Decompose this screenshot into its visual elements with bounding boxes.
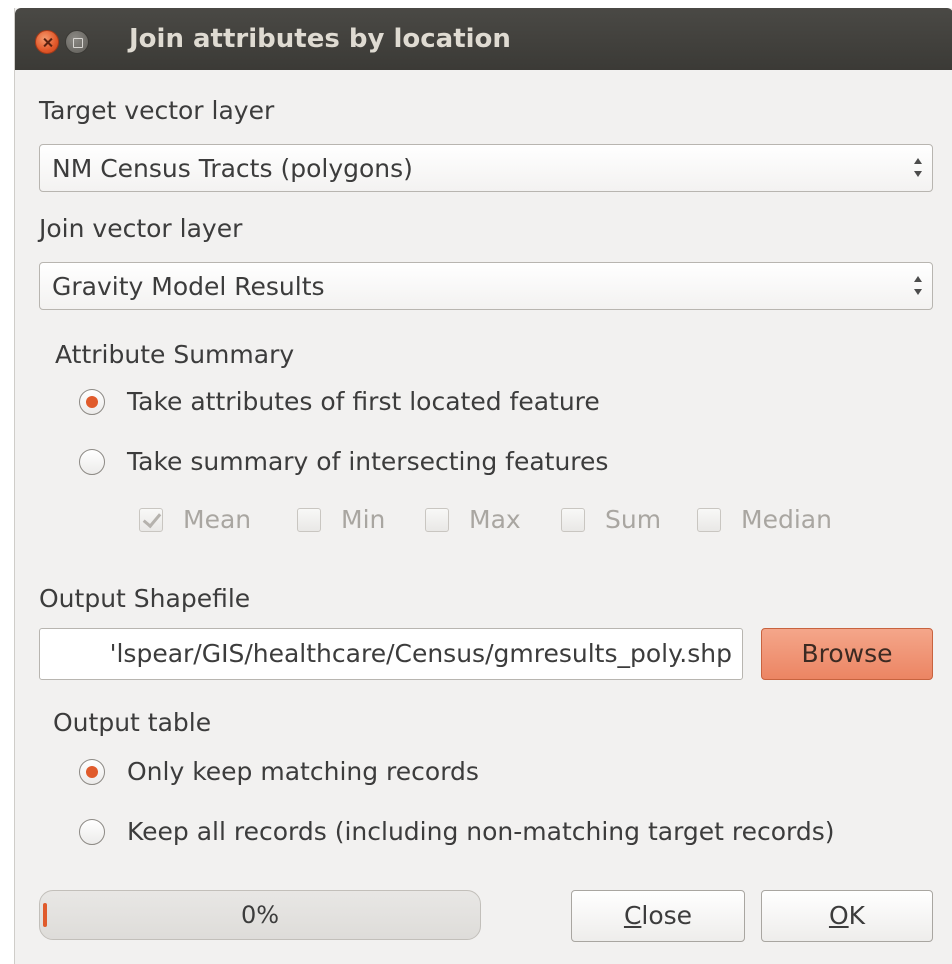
title-bar[interactable]: Join attributes by location bbox=[15, 8, 952, 70]
radio-summary-intersecting-label[interactable]: Take summary of intersecting features bbox=[127, 447, 608, 476]
progress-text: 0% bbox=[240, 901, 280, 929]
checkbox-min[interactable] bbox=[297, 508, 321, 532]
checkbox-sum-label: Sum bbox=[605, 505, 662, 534]
output-shapefile-label: Output Shapefile bbox=[39, 584, 251, 613]
browse-button[interactable]: Browse bbox=[761, 628, 933, 680]
close-button[interactable]: Close bbox=[571, 890, 745, 942]
output-table-label: Output table bbox=[53, 708, 212, 737]
checkbox-median-label: Median bbox=[741, 505, 832, 534]
radio-summary-intersecting[interactable] bbox=[79, 449, 105, 475]
close-button-label: Close bbox=[623, 901, 693, 930]
checkbox-max[interactable] bbox=[425, 508, 449, 532]
radio-keep-all-label[interactable]: Keep all records (including non-matching… bbox=[127, 817, 835, 846]
ok-button[interactable]: OK bbox=[761, 890, 933, 942]
progress-bar: 0% bbox=[39, 890, 481, 940]
checkbox-sum[interactable] bbox=[561, 508, 585, 532]
join-layer-select[interactable]: Gravity Model Results bbox=[39, 262, 933, 310]
checkbox-mean[interactable] bbox=[139, 508, 163, 532]
ok-button-label: OK bbox=[828, 901, 866, 930]
target-layer-select[interactable]: NM Census Tracts (polygons) bbox=[39, 144, 933, 192]
output-shapefile-input[interactable]: 'lspear/GIS/healthcare/Census/gmresults_… bbox=[39, 628, 743, 680]
target-layer-label: Target vector layer bbox=[39, 96, 275, 125]
checkbox-median[interactable] bbox=[697, 508, 721, 532]
combo-arrows-icon bbox=[912, 273, 924, 299]
window-title: Join attributes by location bbox=[129, 24, 511, 54]
checkbox-min-label: Min bbox=[341, 505, 386, 534]
join-attributes-dialog: Join attributes by location Target vecto… bbox=[14, 8, 952, 964]
radio-first-located-feature[interactable] bbox=[79, 389, 105, 415]
checkbox-mean-label: Mean bbox=[183, 505, 252, 534]
combo-arrows-icon bbox=[912, 155, 924, 181]
output-shapefile-value: 'lspear/GIS/healthcare/Census/gmresults_… bbox=[109, 639, 732, 668]
minimize-window-icon[interactable] bbox=[65, 30, 89, 54]
attribute-summary-label: Attribute Summary bbox=[55, 340, 295, 369]
join-layer-value: Gravity Model Results bbox=[52, 272, 325, 301]
radio-only-matching-label[interactable]: Only keep matching records bbox=[127, 757, 479, 786]
join-layer-label: Join vector layer bbox=[39, 214, 243, 243]
radio-first-located-feature-label[interactable]: Take attributes of first located feature bbox=[127, 387, 600, 416]
target-layer-value: NM Census Tracts (polygons) bbox=[52, 154, 413, 183]
radio-keep-all[interactable] bbox=[79, 819, 105, 845]
close-window-icon[interactable] bbox=[35, 30, 59, 54]
radio-only-matching[interactable] bbox=[79, 759, 105, 785]
checkbox-max-label: Max bbox=[469, 505, 521, 534]
